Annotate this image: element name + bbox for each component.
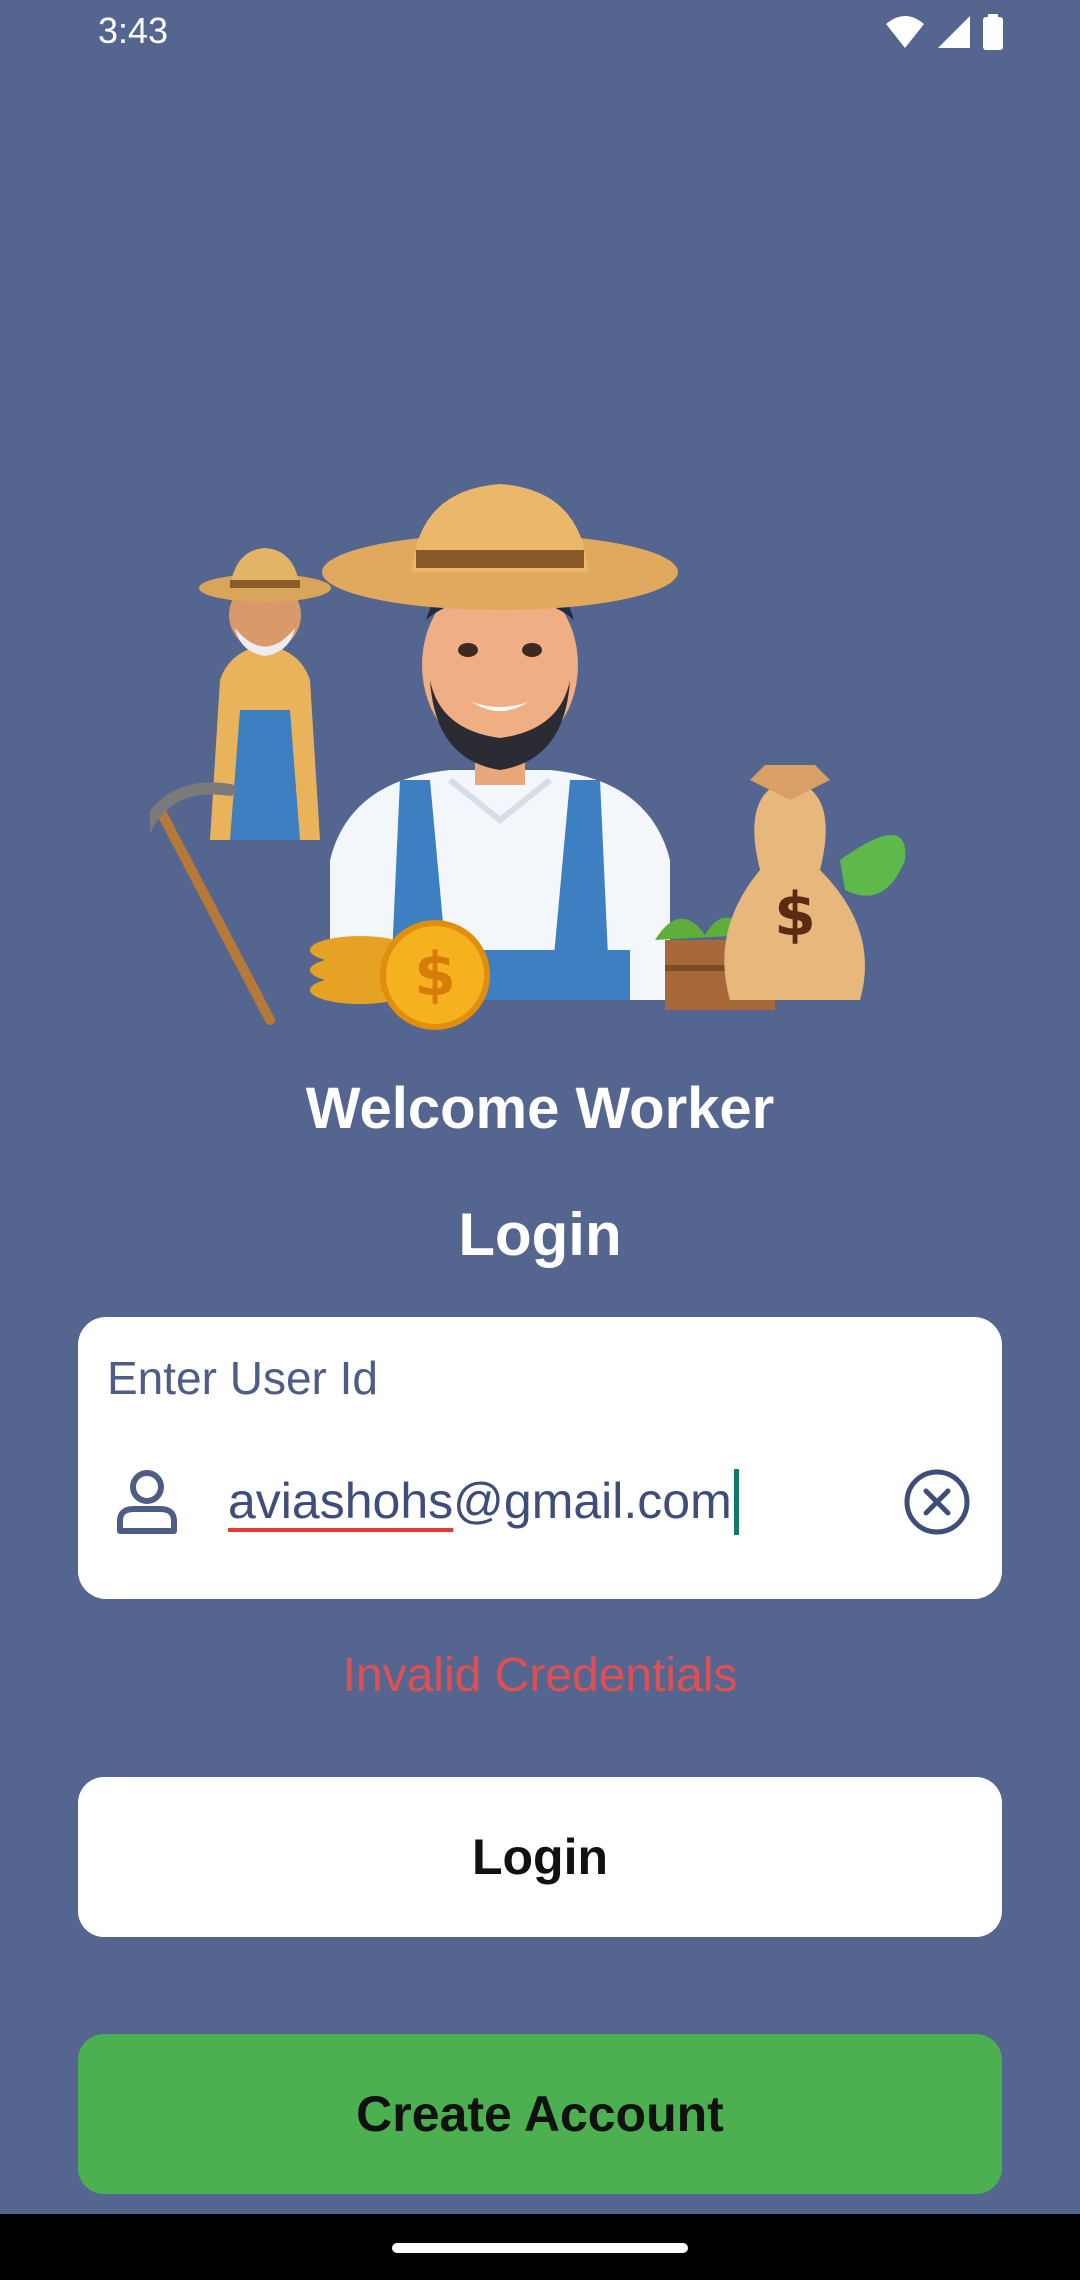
person-icon [117,1470,177,1534]
login-button[interactable]: Login [78,1777,1002,1937]
coins-stack: $ [310,920,490,1030]
error-message: Invalid Credentials [342,1649,738,1702]
status-time: 3:43 [98,10,169,51]
farmer-illustration: $ $ [150,484,906,1030]
clear-icon[interactable] [902,1467,972,1537]
money-bag: $ [724,765,906,1000]
page-title: Login [458,1201,622,1268]
user-id-label: Enter User Id [107,1352,378,1404]
svg-text:$: $ [414,940,456,1010]
user-id-value-misspelled: aviashohs [228,1473,454,1529]
main-farmer-figure [322,484,678,1000]
text-caret [734,1469,739,1535]
navigation-bar [0,2214,1080,2280]
welcome-heading: Welcome Worker [305,1076,775,1141]
status-icons [884,14,1004,50]
create-account-button[interactable]: Create Account [78,2034,1002,2194]
user-id-input[interactable]: aviashohs@gmail.com [228,1472,732,1530]
svg-text:$: $ [774,880,816,950]
user-id-value-rest: @gmail.com [453,1473,732,1529]
user-id-field[interactable]: Enter User Id aviashohs@gmail.com [78,1317,1002,1599]
battery-icon [983,14,1003,50]
wifi-icon [886,16,924,48]
signal-icon [938,16,970,48]
home-gesture-handle[interactable] [392,2243,688,2253]
old-farmer-figure [150,548,331,1025]
login-screen: 3:43 $ $ Welcome Worker Login Enter User… [0,0,1080,2280]
status-bar: 3:43 [0,0,1080,64]
